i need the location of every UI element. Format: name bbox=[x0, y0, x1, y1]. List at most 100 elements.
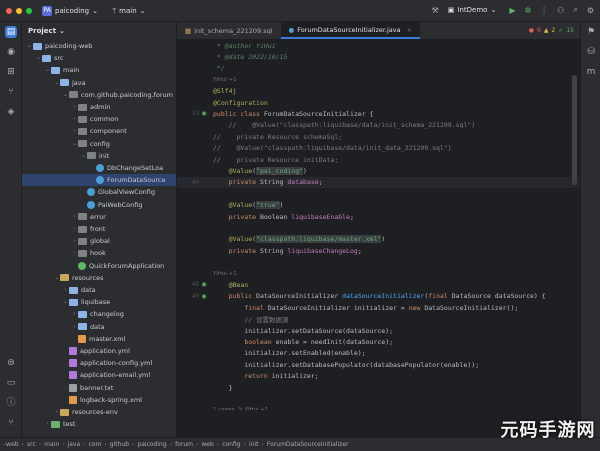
git-icon[interactable]: ⑂ bbox=[5, 417, 17, 429]
tree-item[interactable]: ⌄ main bbox=[22, 64, 176, 76]
terminal-icon[interactable]: ▭ bbox=[5, 377, 17, 389]
tree-item[interactable]: application.yml bbox=[22, 345, 176, 357]
chevron-down-icon[interactable]: ⌄ bbox=[53, 275, 60, 281]
breadcrumb-item[interactable]: config bbox=[222, 441, 240, 448]
breadcrumb-item[interactable]: main bbox=[44, 441, 59, 448]
breadcrumb-item[interactable]: github bbox=[110, 441, 129, 448]
chevron-right-icon[interactable]: › bbox=[71, 104, 78, 110]
account-icon[interactable]: ⚇ bbox=[557, 6, 564, 15]
breadcrumb-item[interactable]: com bbox=[89, 441, 102, 448]
inspection-widget[interactable]: ● 6 ▲ 2 ✓ 15 bbox=[529, 22, 580, 39]
tree-item[interactable]: ⌄ com.github.paicoding.forum bbox=[22, 89, 176, 101]
chevron-right-icon[interactable]: › bbox=[71, 324, 78, 330]
tree-item[interactable]: › global bbox=[22, 235, 176, 247]
chevron-right-icon[interactable]: › bbox=[71, 250, 78, 256]
tree-item[interactable]: › front bbox=[22, 223, 176, 235]
breadcrumb-item[interactable]: ForumDataSourceInitializer bbox=[267, 441, 349, 448]
chevron-right-icon[interactable]: › bbox=[71, 311, 78, 317]
chevron-down-icon[interactable]: ⌄ bbox=[80, 153, 87, 159]
learn-icon[interactable]: ◈ bbox=[5, 106, 17, 118]
chevron-down-icon[interactable]: ⌄ bbox=[62, 92, 69, 98]
tree-item[interactable]: › hook bbox=[22, 247, 176, 259]
tree-item[interactable]: ⌄ resources bbox=[22, 272, 176, 284]
notifications-icon[interactable]: ⚑ bbox=[585, 26, 597, 38]
project-selector[interactable]: PA paicoding ⌄ bbox=[42, 5, 98, 16]
project-panel-header[interactable]: Project ⌄ bbox=[22, 22, 176, 40]
code-editor[interactable]: * @author YiHui * @date 2022/10/15 */ YiH… bbox=[177, 40, 580, 410]
inlay-hint[interactable]: YiHui +1 bbox=[213, 77, 237, 83]
chevron-right-icon[interactable]: › bbox=[71, 226, 78, 232]
tree-item[interactable]: application-config.yml bbox=[22, 357, 176, 369]
inlay-hint[interactable]: YiHui +1 bbox=[213, 271, 237, 277]
settings-icon[interactable]: ⚙ bbox=[587, 6, 594, 15]
debug-icon[interactable]: ✲ bbox=[524, 6, 531, 15]
chevron-right-icon[interactable]: › bbox=[71, 128, 78, 134]
chevron-right-icon[interactable]: › bbox=[44, 421, 51, 427]
chevron-right-icon[interactable]: › bbox=[53, 409, 60, 415]
tree-item[interactable]: DbChangeSetLoa bbox=[22, 162, 176, 174]
chevron-down-icon[interactable]: ⌄ bbox=[62, 299, 69, 305]
maven-icon[interactable]: m bbox=[585, 66, 597, 78]
spring-bean-gutter-icon[interactable]: ◉ bbox=[199, 293, 209, 300]
chevron-down-icon[interactable]: ⌄ bbox=[44, 67, 51, 73]
breadcrumb-item[interactable]: forum bbox=[175, 441, 193, 448]
database-icon[interactable]: ⛁ bbox=[585, 46, 597, 58]
more-icon[interactable]: ⋮ bbox=[540, 6, 548, 15]
chevron-right-icon[interactable]: › bbox=[62, 287, 69, 293]
tree-item[interactable]: banner.txt bbox=[22, 382, 176, 394]
chevron-down-icon[interactable]: ⌄ bbox=[26, 43, 33, 49]
chevron-right-icon[interactable]: › bbox=[71, 116, 78, 122]
tree-item[interactable]: application-email.yml bbox=[22, 369, 176, 381]
problems-icon[interactable]: ⓘ bbox=[5, 397, 17, 409]
chevron-down-icon[interactable]: ⌄ bbox=[53, 80, 60, 86]
close-tab-icon[interactable]: × bbox=[407, 26, 412, 34]
tree-item[interactable]: › common bbox=[22, 113, 176, 125]
spring-bean-gutter-icon[interactable]: ◉ bbox=[199, 281, 209, 288]
tree-item[interactable]: › admin bbox=[22, 101, 176, 113]
breadcrumb-item[interactable]: -web bbox=[4, 441, 19, 448]
project-tool-icon[interactable]: ▤ bbox=[5, 26, 17, 38]
tree-item[interactable]: ⌄ init bbox=[22, 150, 176, 162]
tree-item[interactable]: ⌄ java bbox=[22, 77, 176, 89]
tab-forum-datasource-initializer[interactable]: ● ForumDataSourceInitializer.java × bbox=[280, 22, 421, 39]
pull-requests-icon[interactable]: ⑂ bbox=[5, 86, 17, 98]
tree-item[interactable]: › data bbox=[22, 321, 176, 333]
tab-init-schema-sql[interactable]: ▦ init_schema_221209.sql bbox=[177, 22, 281, 39]
chevron-down-icon[interactable]: ⌄ bbox=[35, 55, 42, 61]
tree-item[interactable]: logback-spring.xml bbox=[22, 394, 176, 406]
breadcrumb-item[interactable]: init bbox=[249, 441, 259, 448]
tree-item[interactable]: PaiWebConfig bbox=[22, 199, 176, 211]
close-window-button[interactable] bbox=[6, 7, 12, 14]
breadcrumb-item[interactable]: java bbox=[68, 441, 81, 448]
branch-selector[interactable]: ᛘ main ⌄ bbox=[112, 7, 146, 15]
breadcrumb-item[interactable]: paicoding bbox=[137, 441, 166, 448]
breadcrumb-item[interactable]: web bbox=[201, 441, 213, 448]
spring-bean-gutter-icon[interactable]: ◉ bbox=[199, 110, 209, 117]
chevron-right-icon[interactable]: › bbox=[71, 214, 78, 220]
run-icon[interactable]: ▶ bbox=[509, 6, 515, 15]
tree-item[interactable]: › changelog bbox=[22, 308, 176, 320]
structure-icon[interactable]: ⊞ bbox=[5, 66, 17, 78]
minimize-window-button[interactable] bbox=[16, 7, 22, 14]
run-config-selector[interactable]: ▣ IntDemo ⌄ bbox=[448, 6, 497, 14]
hammer-icon[interactable]: ⚒ bbox=[432, 6, 439, 15]
tree-item[interactable]: › component bbox=[22, 125, 176, 137]
commit-icon[interactable]: ◉ bbox=[5, 46, 17, 58]
chevron-down-icon[interactable]: ⌄ bbox=[71, 141, 78, 147]
tree-item[interactable]: › test bbox=[22, 418, 176, 430]
tree-item[interactable]: › data bbox=[22, 284, 176, 296]
tree-item[interactable]: GlobalViewConfig bbox=[22, 186, 176, 198]
tree-item[interactable]: ⌄ liquibase bbox=[22, 296, 176, 308]
tree-item[interactable]: ForumDataSource bbox=[22, 174, 176, 187]
tree-item[interactable]: QuickForumApplication bbox=[22, 260, 176, 272]
tree-item[interactable]: ⌄ paicoding-web bbox=[22, 40, 176, 52]
tree-item[interactable]: › resources-env bbox=[22, 406, 176, 418]
tree-item[interactable]: ⌄ src bbox=[22, 52, 176, 64]
tree-item[interactable]: ⌄ config bbox=[22, 138, 176, 150]
editor-scrollbar[interactable] bbox=[572, 75, 577, 185]
search-icon[interactable]: ⌕ bbox=[573, 5, 577, 15]
maximize-window-button[interactable] bbox=[26, 7, 32, 14]
breadcrumb-item[interactable]: src bbox=[27, 441, 36, 448]
tree-item[interactable]: › error bbox=[22, 211, 176, 223]
tree-item[interactable]: master.xml bbox=[22, 333, 176, 345]
